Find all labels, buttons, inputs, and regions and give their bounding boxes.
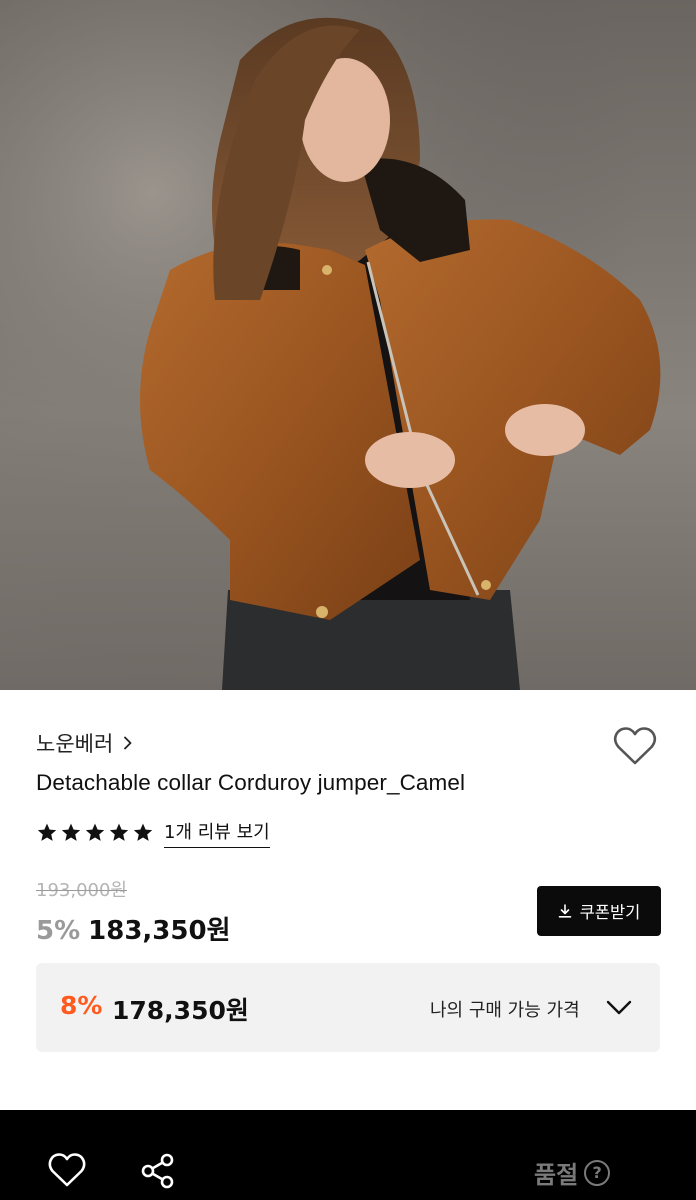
star-icon — [85, 823, 105, 841]
question-circle-icon[interactable]: ? — [584, 1159, 611, 1186]
bottom-action-bar: 품절 ? — [0, 1110, 696, 1200]
star-icon — [133, 823, 153, 841]
sold-out-status[interactable]: 품절 ? — [534, 1155, 611, 1190]
my-price-label: 나의 구매 가능 가격 — [430, 1000, 580, 1021]
original-price: 193,000원 — [36, 880, 127, 901]
star-icon — [109, 823, 129, 841]
rating-row: 1개 리뷰 보기 — [36, 818, 270, 848]
my-discount-rate: 8% — [60, 991, 103, 1020]
share-icon[interactable] — [139, 1152, 177, 1190]
brand-name[interactable]: 노운베러 — [36, 728, 113, 758]
price-row: 5% 183,350원 — [36, 910, 231, 947]
chevron-down-icon — [606, 1000, 632, 1015]
download-icon — [558, 904, 571, 918]
coupon-button-label: 쿠폰받기 — [579, 903, 641, 922]
star-icon — [37, 823, 57, 841]
discount-rate: 5% — [36, 916, 81, 946]
heart-outline-icon[interactable] — [48, 1152, 86, 1188]
rating-stars — [36, 822, 154, 844]
brand-link[interactable]: 노운베러 — [36, 728, 135, 758]
sold-out-label: 품절 — [534, 1161, 579, 1189]
product-info-section: 노운베러 Detachable collar Corduroy jumper_C… — [0, 690, 696, 1110]
sale-price: 183,350원 — [88, 916, 231, 946]
coupon-download-button[interactable]: 쿠폰받기 — [537, 886, 661, 936]
star-icon — [61, 823, 81, 841]
my-price-amount: 178,350원 — [112, 996, 249, 1025]
product-title: Detachable collar Corduroy jumper_Camel — [36, 770, 466, 795]
wishlist-button[interactable] — [612, 724, 658, 768]
review-link[interactable]: 1개 리뷰 보기 — [164, 818, 270, 848]
heart-outline-icon — [613, 727, 657, 765]
product-image[interactable] — [0, 0, 696, 690]
my-price-dropdown[interactable]: 8% 178,350원 나의 구매 가능 가격 — [36, 963, 660, 1052]
chevron-right-icon — [124, 736, 132, 750]
